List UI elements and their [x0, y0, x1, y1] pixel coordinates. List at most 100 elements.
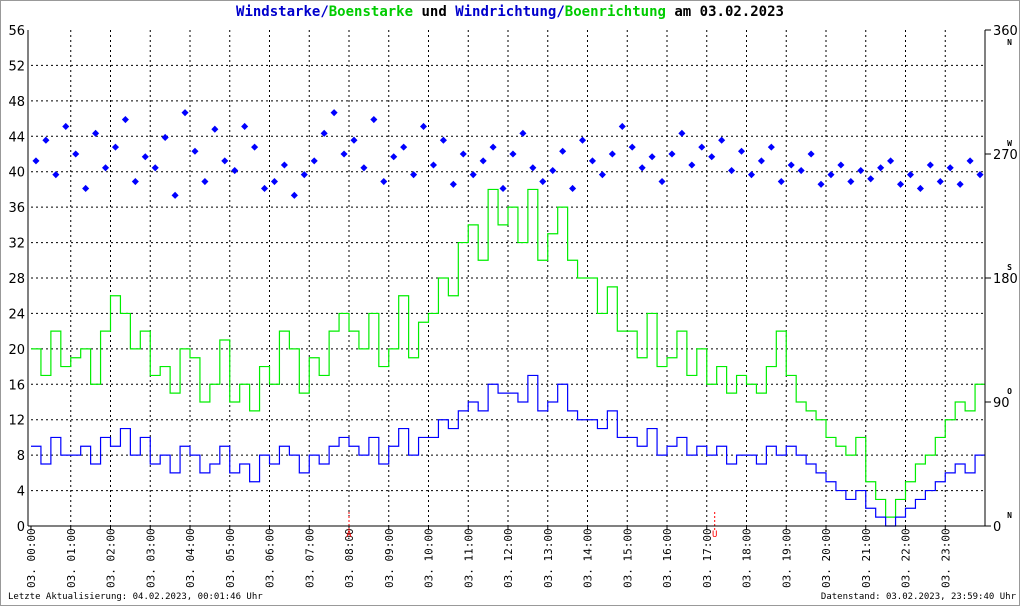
direction-point [390, 153, 398, 161]
direction-point [181, 109, 189, 117]
y-tick-label: 36 [8, 201, 25, 216]
direction-point [350, 136, 358, 144]
direction-point [92, 129, 100, 137]
direction-point [330, 109, 338, 117]
footer-last-update: Letzte Aktualisierung: 04.02.2023, 00:01… [8, 592, 263, 602]
direction-point [400, 143, 408, 151]
direction-point [529, 164, 537, 172]
x-tick-label: 03. 16:00 [661, 528, 674, 588]
direction-point [469, 171, 477, 179]
y-tick-label: 32 [8, 237, 25, 252]
direction-point [121, 116, 129, 124]
x-tick-label: 03. 20:00 [820, 528, 833, 588]
sun-marker-label: A [346, 530, 352, 540]
x-tick-label: 03. 22:00 [900, 528, 913, 588]
direction-point [241, 122, 249, 130]
direction-point [787, 161, 795, 169]
direction-point [658, 178, 666, 186]
direction-point [668, 150, 676, 158]
direction-point [429, 161, 438, 169]
direction-point [777, 178, 785, 186]
x-tick-label: 03. 19:00 [780, 528, 793, 588]
direction-point [111, 143, 120, 151]
direction-point [578, 136, 587, 144]
x-tick-label: 03. 23:00 [939, 528, 952, 588]
direction-point [867, 175, 875, 183]
direction-point [280, 161, 288, 169]
direction-point [608, 150, 616, 158]
direction-point [161, 133, 169, 142]
direction-point [737, 147, 746, 155]
direction-point [419, 122, 428, 130]
right-tick-label: 360 [993, 24, 1018, 39]
direction-point [151, 164, 159, 172]
direction-point [131, 178, 139, 186]
direction-point [827, 171, 835, 179]
sun-marker-label: U [712, 530, 717, 540]
direction-point [807, 150, 815, 158]
x-tick-label: 03. 03:00 [144, 528, 157, 588]
direction-point [559, 147, 567, 155]
direction-point [380, 178, 388, 186]
x-tick-label: 03. 04:00 [184, 528, 197, 588]
x-tick-label: 03. 11:00 [462, 528, 475, 588]
y-tick-label: 28 [8, 272, 25, 287]
direction-point [936, 178, 944, 186]
direction-point [916, 184, 924, 192]
direction-point [360, 164, 368, 172]
y-tick-label: 44 [8, 130, 25, 145]
direction-point [509, 150, 517, 158]
direction-point [896, 180, 905, 188]
direction-point [817, 180, 825, 188]
x-tick-label: 03. 02:00 [105, 528, 118, 588]
direction-point [449, 180, 457, 188]
y-tick-label: 0 [17, 520, 25, 535]
y-tick-label: 48 [8, 95, 25, 110]
y-tick-label: 20 [8, 343, 25, 358]
x-tick-label: 03. 18:00 [741, 528, 754, 588]
y-tick-label: 52 [8, 59, 25, 74]
direction-point [926, 161, 934, 169]
y-tick-label: 12 [8, 414, 25, 429]
direction-point [588, 157, 597, 165]
x-tick-label: 03. 09:00 [383, 528, 396, 588]
y-tick-label: 4 [17, 485, 25, 500]
direction-point [549, 166, 557, 175]
direction-point [260, 184, 269, 192]
direction-point [887, 157, 895, 165]
right-tick-label: 180 [993, 272, 1018, 287]
direction-point [459, 150, 467, 158]
x-tick-label: 03. 05:00 [224, 528, 237, 588]
direction-point [32, 157, 40, 165]
direction-point [489, 143, 497, 151]
x-tick-label: 03. 00:00 [25, 528, 38, 588]
direction-point [72, 150, 80, 158]
direction-point [519, 129, 527, 137]
direction-point [569, 184, 577, 192]
x-tick-label: 03. 01:00 [65, 528, 78, 588]
direction-point [171, 191, 179, 199]
direction-point [191, 147, 199, 155]
direction-point [946, 164, 954, 172]
direction-point [310, 157, 318, 165]
direction-point [648, 153, 656, 161]
direction-point [82, 184, 90, 192]
right-tick-label: 0 [993, 520, 1001, 535]
footer-data-status: Datenstand: 03.02.2023, 23:59:40 Uhr [820, 592, 1016, 602]
direction-point [290, 191, 298, 199]
direction-point [728, 166, 736, 175]
wind-chart: 04812162024283236404448525603. 00:00 03. … [8, 24, 1018, 588]
direction-point [101, 164, 110, 172]
direction-point [141, 153, 149, 161]
direction-point [439, 136, 447, 144]
direction-point [251, 143, 259, 151]
right-tick-label: 90 [993, 396, 1010, 411]
x-tick-label: 03. 06:00 [264, 528, 277, 588]
direction-point [221, 157, 229, 165]
direction-point [708, 153, 716, 161]
x-tick-label: 03. 21:00 [860, 528, 873, 588]
y-tick-label: 8 [17, 449, 25, 464]
direction-point [499, 184, 507, 192]
direction-point [757, 157, 765, 165]
direction-point [598, 171, 606, 179]
